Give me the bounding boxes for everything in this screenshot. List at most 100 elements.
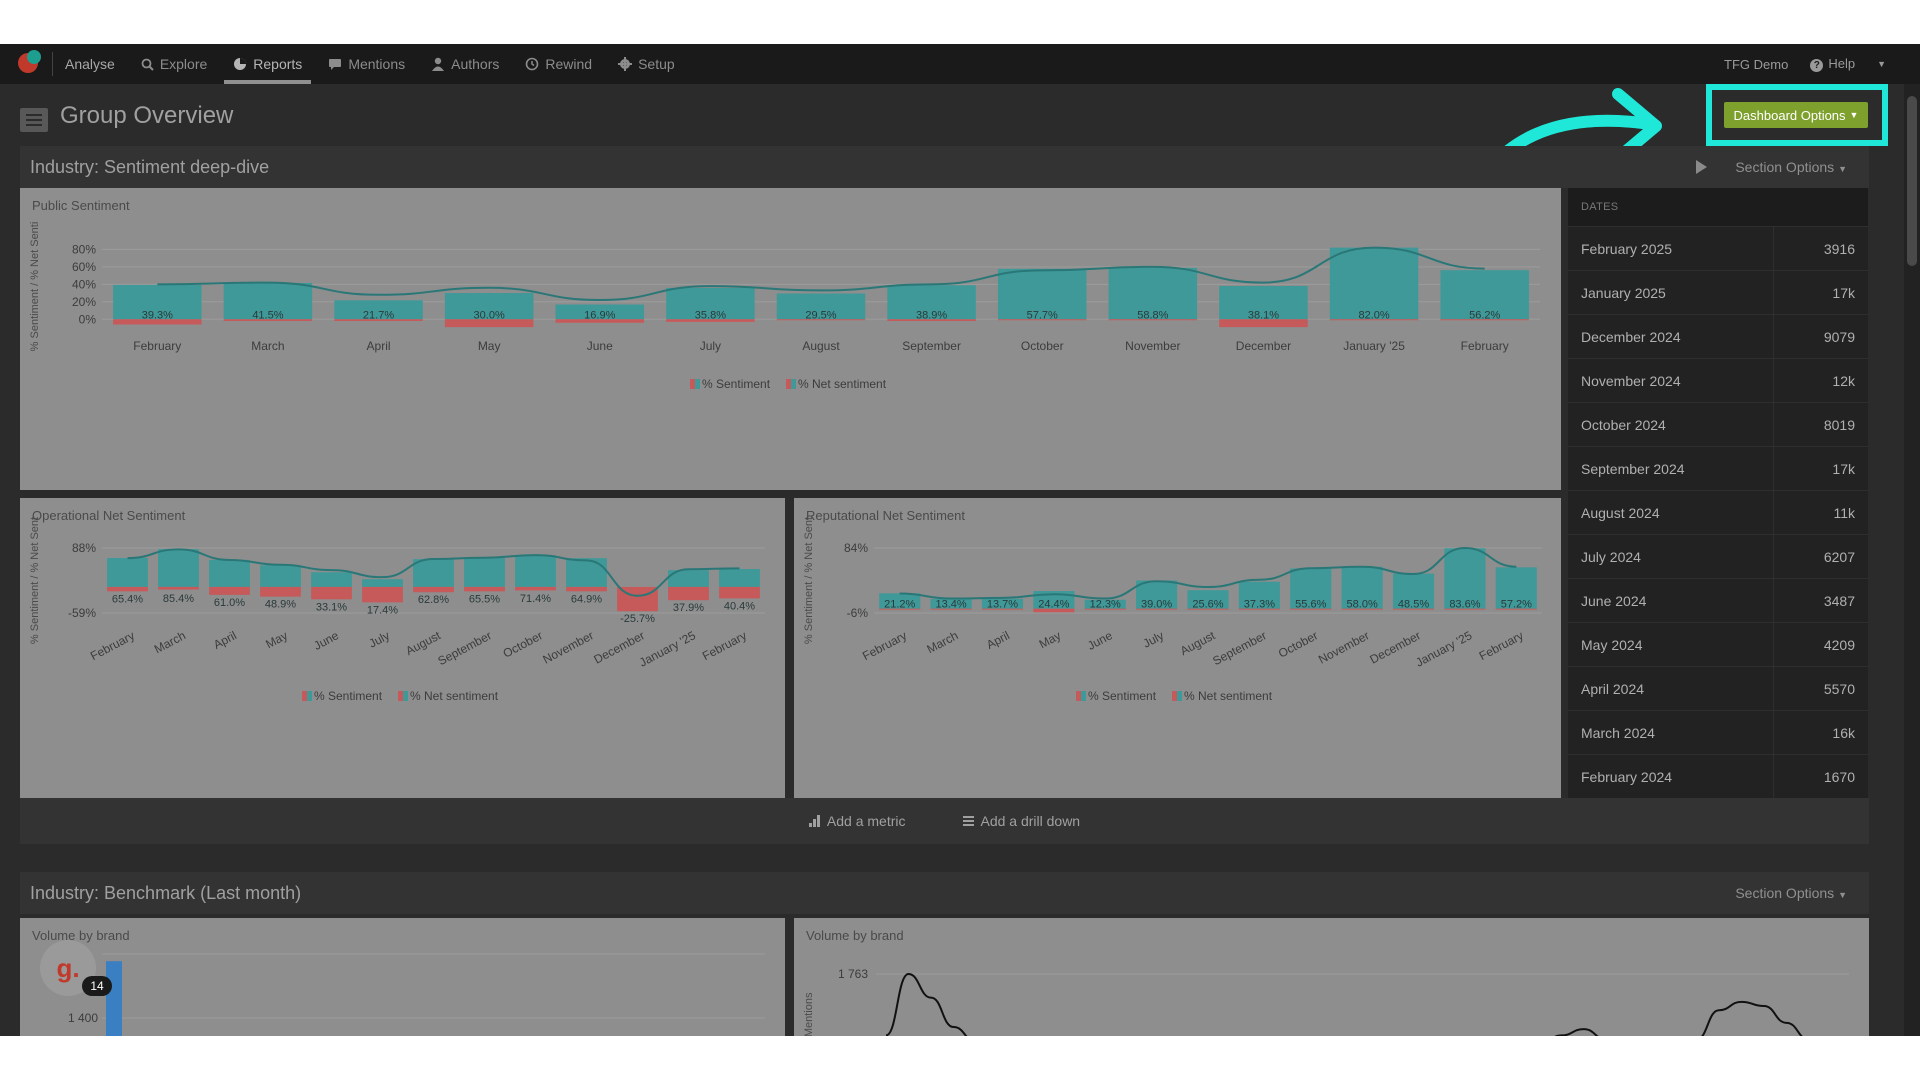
date-row[interactable]: August 2024 11k bbox=[1568, 490, 1868, 534]
date-label: May 2024 bbox=[1581, 636, 1643, 653]
date-label: February 2025 bbox=[1581, 240, 1673, 257]
y-axis-label: % Sentiment / % Net Sent bbox=[29, 517, 41, 644]
history-icon bbox=[526, 57, 539, 71]
gear-icon bbox=[618, 57, 633, 71]
y-tick-label: 20% bbox=[72, 295, 96, 309]
help-link[interactable]: ? Help bbox=[1810, 56, 1855, 72]
legend-swatch bbox=[307, 691, 312, 701]
data-label: 33.1% bbox=[316, 601, 347, 613]
nav-authors[interactable]: Authors bbox=[418, 44, 512, 84]
date-row[interactable]: January 2025 17k bbox=[1568, 270, 1868, 314]
date-count: 3916 bbox=[1823, 240, 1855, 257]
nav-analyse[interactable]: Analyse bbox=[63, 44, 128, 84]
section-title: Industry: Benchmark (Last month) bbox=[30, 882, 302, 903]
data-label: 82.0% bbox=[1358, 309, 1389, 321]
dates-table: DATES February 2025 3916 January 2025 17k De… bbox=[1568, 188, 1868, 798]
nav-explore[interactable]: Explore bbox=[128, 44, 220, 84]
legend-label: % Sentiment bbox=[702, 377, 771, 391]
y-tick-label: 0% bbox=[79, 312, 97, 326]
date-row[interactable]: May 2024 4209 bbox=[1568, 622, 1868, 666]
data-label: 48.5% bbox=[1398, 599, 1429, 611]
x-tick-label: January '25 bbox=[1343, 339, 1405, 353]
data-label: 41.5% bbox=[252, 309, 283, 321]
y-tick-label: 88% bbox=[72, 541, 96, 555]
menu-button[interactable] bbox=[20, 108, 48, 132]
data-label: -25.7% bbox=[620, 613, 655, 625]
data-label: 61.0% bbox=[214, 597, 245, 609]
date-label: February 2024 bbox=[1581, 768, 1673, 785]
data-label: 40.4% bbox=[724, 600, 755, 612]
reputational-sentiment-panel: Reputational Net Sentiment % Sentiment /… bbox=[794, 498, 1561, 798]
account-name[interactable]: TFG Demo bbox=[1724, 57, 1788, 72]
legend-swatch bbox=[695, 379, 700, 389]
data-label: 37.9% bbox=[673, 602, 704, 614]
chevron-down-icon[interactable]: ▼ bbox=[1877, 59, 1886, 69]
data-label: 38.9% bbox=[916, 309, 947, 321]
x-tick-label: May bbox=[478, 339, 501, 353]
public-sentiment-chart: % Sentiment / % Net Senti 80% 60% 40% 20% 0% 3… bbox=[29, 222, 1540, 391]
y-tick-label: -59% bbox=[68, 606, 96, 620]
date-row[interactable]: April 2024 5570 bbox=[1568, 666, 1868, 710]
y-tick-label: 1 400 bbox=[68, 1011, 98, 1025]
nav-setup[interactable]: Setup bbox=[605, 44, 688, 84]
section-footer: Add a metric Add a drill down bbox=[20, 798, 1869, 844]
date-row[interactable]: December 2024 9079 bbox=[1568, 314, 1868, 358]
date-count: 5570 bbox=[1823, 680, 1855, 697]
legend-swatch bbox=[1076, 691, 1081, 701]
x-tick-label: July bbox=[366, 628, 391, 650]
nav-rewind[interactable]: Rewind bbox=[512, 44, 605, 84]
hamburger-line bbox=[26, 124, 42, 126]
pie-chart-icon bbox=[234, 58, 247, 70]
date-count: 11k bbox=[1833, 504, 1855, 521]
help-icon: ? bbox=[1810, 59, 1824, 72]
scrollbar-thumb[interactable] bbox=[1907, 96, 1917, 266]
bar-net-sentiment bbox=[362, 586, 403, 603]
date-row[interactable]: October 2024 8019 bbox=[1568, 402, 1868, 446]
dashboard-options-button[interactable]: Dashboard Options ▼ bbox=[1724, 102, 1868, 128]
legend-swatch bbox=[690, 379, 695, 389]
y-tick-label: 80% bbox=[72, 242, 96, 256]
date-row[interactable]: February 2025 3916 bbox=[1568, 226, 1868, 270]
legend-swatch bbox=[786, 379, 791, 389]
x-tick-label: May bbox=[1037, 628, 1064, 651]
bar-net-sentiment bbox=[209, 586, 250, 595]
data-label: 21.7% bbox=[363, 309, 394, 321]
x-tick-label: August bbox=[1178, 628, 1218, 658]
play-icon[interactable] bbox=[1696, 160, 1707, 174]
bar-net-sentiment bbox=[311, 586, 352, 600]
nav-mentions[interactable]: Mentions bbox=[315, 44, 418, 84]
x-tick-label: April bbox=[984, 628, 1012, 652]
volume-by-brand-chart-right: 1 7630Total Mentions bbox=[803, 967, 1849, 1036]
bar-chart-icon bbox=[808, 815, 821, 827]
add-drill-down-button[interactable]: Add a drill down bbox=[963, 813, 1080, 829]
legend-label: % Sentiment bbox=[1088, 689, 1157, 703]
y-tick-label: 60% bbox=[72, 260, 96, 274]
date-row[interactable]: September 2024 17k bbox=[1568, 446, 1868, 490]
x-tick-label: October bbox=[501, 628, 545, 660]
date-row[interactable]: July 2024 6207 bbox=[1568, 534, 1868, 578]
date-row[interactable]: February 2024 1670 bbox=[1568, 754, 1868, 798]
nav-right: TFG Demo ? Help ▼ bbox=[1724, 56, 1920, 72]
section-options-button[interactable]: Section Options ▼ bbox=[1735, 885, 1847, 901]
add-metric-button[interactable]: Add a metric bbox=[808, 813, 906, 829]
app-logo[interactable] bbox=[0, 44, 52, 84]
section-options-label: Section Options bbox=[1735, 885, 1835, 901]
date-label: November 2024 bbox=[1581, 372, 1681, 389]
x-tick-label: April bbox=[211, 628, 239, 652]
data-label: 25.6% bbox=[1192, 599, 1223, 611]
date-row[interactable]: June 2024 3487 bbox=[1568, 578, 1868, 622]
date-row[interactable]: November 2024 12k bbox=[1568, 358, 1868, 402]
x-tick-label: August bbox=[802, 339, 840, 353]
x-tick-label: November bbox=[1316, 628, 1371, 666]
date-label: September 2024 bbox=[1581, 460, 1685, 477]
data-label: 37.3% bbox=[1244, 599, 1275, 611]
date-row[interactable]: March 2024 16k bbox=[1568, 710, 1868, 754]
x-tick-label: May bbox=[263, 628, 290, 651]
x-tick-label: February bbox=[88, 628, 137, 663]
x-tick-label: October bbox=[1276, 628, 1320, 660]
section-options-button[interactable]: Section Options ▼ bbox=[1735, 159, 1847, 175]
nav-reports[interactable]: Reports bbox=[220, 44, 315, 84]
page-scrollbar[interactable] bbox=[1904, 84, 1920, 1036]
x-tick-label: June bbox=[1085, 628, 1115, 653]
add-metric-label: Add a metric bbox=[826, 813, 906, 829]
